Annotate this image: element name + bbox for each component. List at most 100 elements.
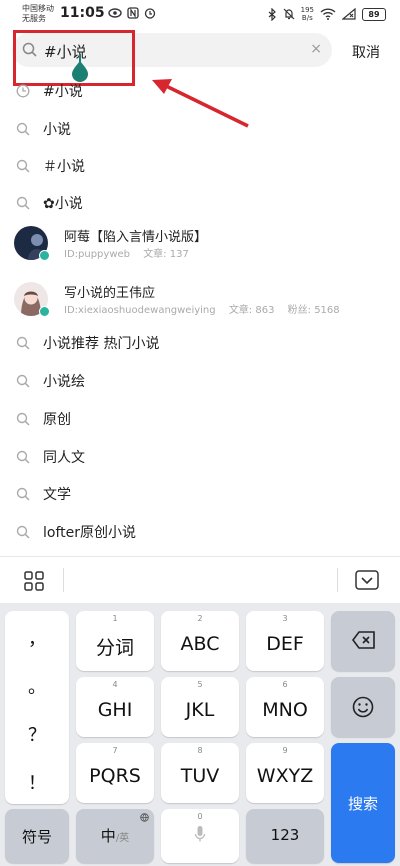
key-label: TUV	[180, 765, 220, 787]
key-label: JKL	[185, 699, 215, 721]
key-number: 0	[197, 812, 203, 821]
list-item[interactable]: 小说	[0, 110, 400, 148]
list-item[interactable]: 同人文	[0, 438, 400, 476]
speed-value: 195	[300, 6, 314, 14]
carrier-info: 中国移动 无服务	[22, 4, 54, 24]
status-icons-left	[108, 7, 156, 19]
suggestion-text: 同人文	[43, 450, 85, 466]
key-number: 6	[282, 680, 288, 689]
key-question[interactable]: ？	[5, 721, 69, 747]
key-label: 123	[270, 826, 300, 844]
suggestion-text: ＃小说	[43, 159, 85, 175]
key-number: 1	[112, 614, 118, 623]
user-result[interactable]: 阿莓【陷入言情小说版】 ID:puppyweb 文章: 137	[0, 224, 400, 268]
search-icon	[16, 159, 30, 173]
status-icons-right: 195 B/s 89	[268, 6, 386, 22]
key-2[interactable]: 2 ABC	[161, 611, 239, 671]
keyboard-toolbar	[0, 556, 400, 603]
key-8[interactable]: 8 TUV	[161, 743, 239, 803]
user-name: 写小说的王伟应	[64, 286, 156, 301]
key-label: GHI	[97, 699, 133, 721]
user-articles: 文章: 863	[228, 305, 275, 316]
key-label: 分词	[95, 637, 134, 659]
key-9[interactable]: 9 WXYZ	[246, 743, 324, 803]
clock: 11:05	[60, 5, 105, 21]
search-icon	[16, 487, 30, 501]
space-key[interactable]: 0	[161, 809, 239, 863]
clear-icon[interactable]: ×	[310, 41, 322, 57]
list-item[interactable]: lofter原创小说	[0, 513, 400, 551]
nfc-icon	[127, 7, 139, 19]
list-item[interactable]: 小说推荐 热门小说	[0, 324, 400, 362]
key-1[interactable]: 1 分词	[76, 611, 154, 671]
speed-unit: B/s	[301, 14, 313, 22]
key-label: MNO	[262, 699, 308, 721]
search-key[interactable]: 搜索	[331, 743, 395, 863]
user-result[interactable]: 写小说的王伟应 ID:xiexiaoshuodewangweiying 文章: …	[0, 280, 400, 324]
globe-icon	[140, 813, 149, 822]
suggestion-text: 小说绘	[43, 374, 85, 390]
wifi-icon	[320, 8, 336, 20]
toolbar-divider	[63, 568, 64, 592]
key-exclaim[interactable]: ！	[5, 769, 69, 795]
key-label: 搜索	[347, 795, 378, 813]
search-icon	[16, 412, 30, 426]
key-3[interactable]: 3 DEF	[246, 611, 324, 671]
grid-menu-icon[interactable]	[24, 571, 44, 591]
key-number: 4	[112, 680, 118, 689]
emoji-icon	[352, 696, 374, 718]
list-item[interactable]: ✿小说	[0, 184, 400, 222]
hide-keyboard-icon[interactable]	[355, 570, 379, 590]
key-6[interactable]: 6 MNO	[246, 677, 324, 737]
cancel-button[interactable]: 取消	[352, 42, 380, 62]
list-item[interactable]: 文学	[0, 475, 400, 513]
lang-main: 中	[100, 827, 116, 845]
mute-icon	[283, 8, 295, 20]
key-label: 符号	[21, 828, 52, 846]
suggestion-text: 小说推荐 热门小说	[43, 336, 160, 352]
search-icon	[16, 374, 30, 388]
key-number: 7	[112, 746, 118, 755]
language-key[interactable]: 中/英	[76, 809, 154, 863]
status-bar: 中国移动 无服务 11:05 195 B/s 89	[0, 0, 400, 30]
symbols-key[interactable]: 符号	[5, 809, 69, 863]
carrier-name: 中国移动	[22, 4, 54, 13]
key-label: ABC	[180, 633, 220, 655]
list-item[interactable]: 小说绘	[0, 362, 400, 400]
user-meta: ID:puppyweb 文章: 137	[64, 245, 199, 260]
key-comma[interactable]: ，	[5, 625, 69, 651]
key-4[interactable]: 4 GHI	[76, 677, 154, 737]
list-item[interactable]: ＃小说	[0, 147, 400, 185]
toolbar-divider	[337, 568, 338, 592]
bluetooth-icon	[268, 7, 276, 21]
history-icon	[16, 84, 30, 98]
user-id: ID:xiexiaoshuodewangweiying	[64, 305, 216, 316]
suggestion-text: 原创	[43, 412, 71, 428]
key-5[interactable]: 5 JKL	[161, 677, 239, 737]
list-item[interactable]: #小说	[0, 72, 400, 110]
network-speed: 195 B/s	[301, 6, 314, 22]
key-label: WXYZ	[256, 765, 314, 787]
key-label: PQRS	[89, 765, 141, 787]
key-label: DEF	[266, 633, 304, 655]
suggestion-text: 文学	[43, 487, 71, 503]
key-7[interactable]: 7 PQRS	[76, 743, 154, 803]
key-number: 5	[197, 680, 203, 689]
microphone-icon	[194, 826, 206, 842]
backspace-key[interactable]	[331, 611, 395, 671]
key-period[interactable]: 。	[5, 673, 69, 699]
search-icon	[16, 336, 30, 350]
key-number: 8	[197, 746, 203, 755]
punctuation-column[interactable]: ， 。 ？ ！	[5, 611, 69, 804]
search-icon	[16, 122, 30, 136]
emoji-key[interactable]	[331, 677, 395, 737]
suggestion-text: lofter原创小说	[43, 525, 136, 541]
eye-icon	[108, 8, 122, 18]
numbers-key[interactable]: 123	[246, 809, 324, 863]
carrier-status: 无服务	[22, 14, 46, 23]
user-name: 阿莓【陷入言情小说版】	[64, 230, 208, 245]
key-number: 3	[282, 614, 288, 623]
search-icon	[16, 450, 30, 464]
list-item[interactable]: 原创	[0, 400, 400, 438]
verified-badge	[39, 306, 50, 317]
